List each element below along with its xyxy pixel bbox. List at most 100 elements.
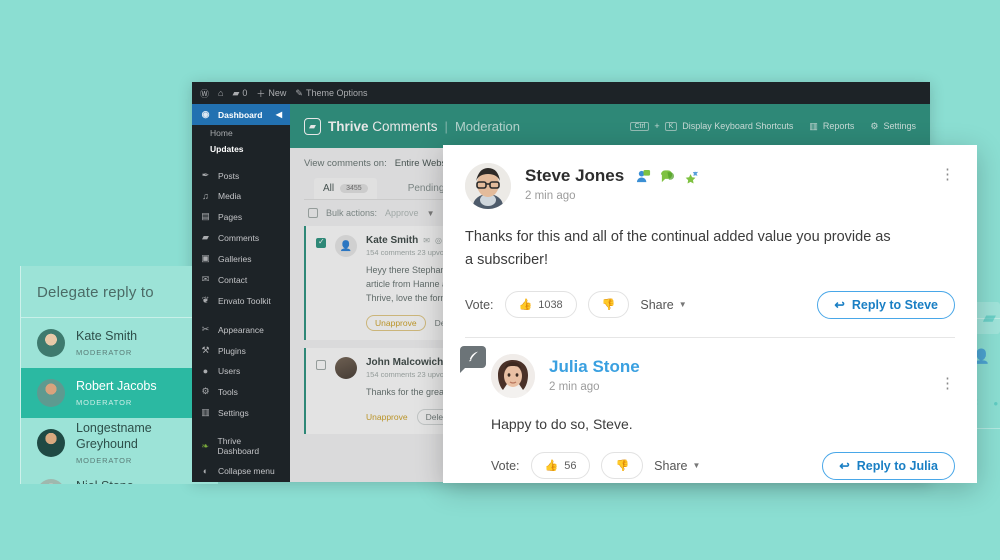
- sidebar-item-label: Appearance: [218, 324, 264, 335]
- sidebar-item-posts[interactable]: ✒ Posts: [192, 165, 290, 186]
- upvote-button[interactable]: 👍 1038: [504, 291, 577, 319]
- sidebar-item-media[interactable]: ♫ Media: [192, 186, 290, 206]
- select-all-checkbox[interactable]: [308, 208, 318, 218]
- comments-icon: ▰: [202, 232, 209, 242]
- list-item[interactable]: Niel Stone MODERATOR: [21, 468, 218, 484]
- mail-icon: ✉: [201, 274, 210, 284]
- comment-icon: ▰: [232, 87, 240, 98]
- sidebar-item-contact[interactable]: ✉ Contact: [192, 269, 290, 290]
- wp-adminbar-theme-options-label: Theme Options: [305, 88, 368, 98]
- reply-arrow-icon: ↩: [834, 298, 845, 313]
- kebab-menu-icon[interactable]: ⋮: [940, 167, 955, 182]
- upvote-button[interactable]: 👍 56: [530, 452, 591, 480]
- comment-body-text: Thanks for this and all of the continual…: [465, 229, 891, 269]
- sidebar-item-envato-toolkit[interactable]: ❦ Envato Toolkit: [192, 290, 290, 311]
- sidebar-item-users[interactable]: ● Users: [192, 361, 290, 381]
- comment-author: John Malcowich: [366, 356, 444, 368]
- delegate-name: Longestname Greyhound: [76, 421, 152, 451]
- row-checkbox[interactable]: [316, 359, 326, 370]
- keyboard-shortcuts-hint[interactable]: Ctrl + K Display Keyboard Shortcuts: [630, 121, 793, 131]
- sidebar-item-plugins[interactable]: ⚒ Plugins: [192, 340, 290, 361]
- thumbs-down-icon: 👎: [615, 460, 630, 473]
- sidebar-item-thrive-dashboard[interactable]: ❧ Thrive Dashboard: [192, 431, 290, 461]
- delegate-name: Robert Jacobs: [76, 379, 157, 394]
- reports-label: Reports: [822, 121, 855, 131]
- sidebar-item-appearance[interactable]: ✂ Appearance: [192, 319, 290, 340]
- info-icon: ◎: [434, 236, 442, 245]
- sidebar-item-label: Pages: [218, 211, 243, 222]
- pages-icon: ▤: [201, 211, 210, 221]
- wp-adminbar-item-new[interactable]: ＋ New: [256, 87, 286, 100]
- list-item[interactable]: Longestname Greyhound MODERATOR: [21, 418, 218, 468]
- avatar: [491, 353, 535, 398]
- thrive-leaf-icon: ❧: [201, 440, 210, 451]
- thrive-logo-icon: ▰: [304, 117, 321, 135]
- sidebar-item-collapse-menu[interactable]: ◐ Collapse menu: [192, 461, 290, 481]
- primary-comment: ⋮ Steve Jones 2 min ago Thanks for this …: [443, 145, 977, 337]
- settings-button[interactable]: ⚙ Settings: [870, 121, 916, 132]
- reply-arrow-icon: ↩: [839, 459, 850, 474]
- wordpress-logo-icon: Ⓦ: [200, 88, 210, 99]
- sidebar-item-settings[interactable]: ▥ Settings: [192, 402, 290, 423]
- sidebar-subitem-updates[interactable]: Updates: [192, 141, 290, 157]
- reply-to-julia-button[interactable]: ↩ Reply to Julia: [822, 451, 955, 480]
- reply-timestamp: 2 min ago: [549, 380, 600, 393]
- bulk-actions-label: Bulk actions:: [326, 208, 378, 218]
- comment-author-name: Steve Jones: [525, 166, 625, 185]
- sidebar-item-pages[interactable]: ▤ Pages: [192, 206, 290, 227]
- gear-icon: ⚙: [870, 120, 879, 131]
- row-checkbox[interactable]: [316, 237, 326, 248]
- wrench-icon: ⚙: [201, 386, 210, 396]
- wp-adminbar-item-home[interactable]: ⌂: [218, 88, 223, 98]
- vote-label: Vote:: [491, 458, 520, 473]
- share-label: Share: [640, 297, 674, 312]
- upvote-count: 56: [564, 459, 577, 472]
- sidebar-subitem-home[interactable]: Home: [192, 125, 290, 141]
- list-item[interactable]: Robert Jacobs MODERATOR: [21, 368, 218, 418]
- sidebar-item-dashboard[interactable]: ◉ Dashboard ◀: [192, 104, 290, 125]
- avatar: [37, 429, 65, 457]
- sidebar-item-galleries[interactable]: ▣ Galleries: [192, 248, 290, 269]
- collapse-icon: ◐: [202, 466, 209, 476]
- kebab-menu-icon[interactable]: ⋮: [940, 376, 955, 391]
- header-divider: |: [444, 118, 448, 134]
- unapprove-button[interactable]: Unapprove: [366, 412, 408, 422]
- tab-all[interactable]: All 3455: [314, 178, 377, 199]
- brush-icon: ✂: [201, 324, 210, 334]
- media-icon: ♫: [202, 191, 209, 201]
- sidebar-item-tools[interactable]: ⚙ Tools: [192, 381, 290, 402]
- wp-admin-sidebar[interactable]: ◉ Dashboard ◀ Home Updates ✒ Posts ♫ Med…: [192, 104, 290, 482]
- reply-author-name[interactable]: Julia Stone: [549, 357, 640, 377]
- list-item[interactable]: Kate Smith MODERATOR: [21, 318, 218, 368]
- downvote-button[interactable]: 👎: [601, 452, 644, 480]
- dashboard-icon: ◉: [201, 109, 210, 119]
- sidebar-item-label: Settings: [218, 407, 249, 418]
- wp-adminbar-item-wordpress-logo[interactable]: Ⓦ: [200, 87, 209, 100]
- thumbs-up-icon: 👍: [544, 460, 559, 473]
- home-icon: ⌂: [218, 88, 224, 98]
- wp-admin-bar[interactable]: Ⓦ ⌂ ▰ 0 ＋ New ✎ Theme Options: [192, 82, 930, 104]
- quill-author-icon: [460, 345, 486, 373]
- sidebar-item-comments[interactable]: ▰ Comments: [192, 227, 290, 248]
- kbd-ctrl: Ctrl: [630, 121, 650, 131]
- chat-icon: ▰: [982, 308, 996, 327]
- wp-adminbar-item-comments[interactable]: ▰ 0: [232, 88, 247, 99]
- wp-adminbar-item-theme-options[interactable]: ✎ Theme Options: [295, 88, 367, 99]
- delegate-people-list[interactable]: Kate Smith MODERATOR Robert Jacobs MODER…: [21, 318, 218, 484]
- brand-name-light: Comments: [372, 118, 438, 134]
- thumbs-up-icon: 👍: [518, 299, 533, 312]
- sidebar-item-label: Dashboard: [218, 109, 263, 120]
- reports-button[interactable]: ▥ Reports: [809, 121, 854, 132]
- share-dropdown[interactable]: Share ▼: [640, 298, 686, 312]
- share-dropdown[interactable]: Share ▼: [654, 459, 700, 473]
- reply-to-steve-button[interactable]: ↩ Reply to Steve: [817, 290, 955, 319]
- delegate-reply-panel[interactable]: Delegate reply to Kate Smith MODERATOR R…: [20, 266, 218, 484]
- subscriber-badge-icon: [637, 169, 651, 182]
- view-comments-label: View comments on:: [304, 158, 387, 169]
- tab-count: 3455: [340, 184, 368, 193]
- downvote-button[interactable]: 👎: [587, 291, 630, 319]
- reply-actions-row: Vote: 👍 56 👎 Share ▼ ↩ Reply to Julia: [491, 451, 955, 483]
- vote-label: Vote:: [465, 297, 494, 312]
- reply-body-text: Happy to do so, Steve.: [491, 415, 633, 432]
- unapprove-button[interactable]: Unapprove: [366, 314, 426, 331]
